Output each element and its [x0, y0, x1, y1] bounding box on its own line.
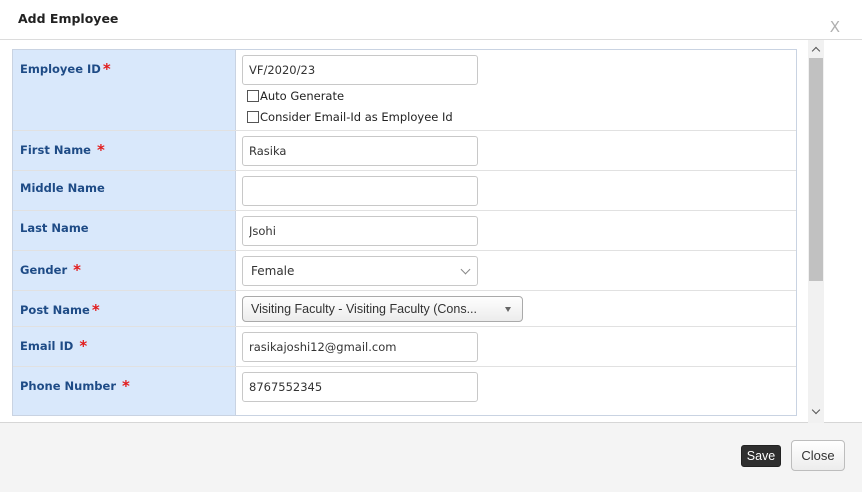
label-cell: Post Name * — [13, 291, 236, 326]
value-cell: Visiting Faculty - Visiting Faculty (Con… — [237, 291, 796, 326]
phone-number-row: Phone Number * — [13, 367, 796, 415]
auto-generate-option[interactable]: Auto Generate — [247, 89, 344, 103]
email-id-label: Email ID * — [20, 337, 87, 355]
middle-name-row: Middle Name — [13, 171, 796, 211]
post-name-label: Post Name * — [20, 301, 100, 319]
add-employee-dialog: Add Employee X Employee ID* Auto Generat… — [0, 0, 862, 492]
label-cell: Phone Number * — [13, 367, 236, 415]
employee-form: Employee ID* Auto Generate Consider Emai… — [12, 49, 797, 416]
label-cell: First Name * — [13, 131, 236, 170]
gender-selected-value: Female — [251, 264, 295, 278]
employee-id-label-text: Employee ID — [20, 62, 101, 76]
post-name-row: Post Name * Visiting Faculty - Visiting F… — [13, 291, 796, 327]
gender-label-text: Gender — [20, 263, 68, 277]
close-button[interactable]: Close — [791, 440, 845, 471]
value-cell: Auto Generate Consider Email-Id as Emplo… — [237, 50, 796, 130]
dialog-body: Employee ID* Auto Generate Consider Emai… — [0, 40, 862, 423]
phone-number-label: Phone Number * — [20, 377, 130, 395]
required-mark: * — [102, 60, 111, 78]
first-name-label: First Name * — [20, 141, 105, 159]
value-cell — [237, 327, 796, 366]
dialog-footer: Save Close — [0, 424, 862, 492]
label-cell: Last Name — [13, 211, 236, 250]
gender-row: Gender * Female — [13, 251, 796, 291]
label-cell: Email ID * — [13, 327, 236, 366]
value-cell — [237, 367, 796, 415]
last-name-input[interactable] — [242, 216, 478, 246]
label-cell: Gender * — [13, 251, 236, 290]
post-name-select[interactable]: Visiting Faculty - Visiting Faculty (Con… — [242, 296, 523, 322]
value-cell — [237, 171, 796, 210]
employee-id-label: Employee ID * — [20, 60, 111, 78]
middle-name-label: Middle Name — [20, 181, 105, 195]
last-name-row: Last Name — [13, 211, 796, 251]
required-mark: * — [91, 301, 100, 319]
last-name-label: Last Name — [20, 221, 89, 235]
label-cell: Middle Name — [13, 171, 236, 210]
consider-email-checkbox[interactable] — [247, 111, 259, 123]
close-icon[interactable]: X — [830, 18, 840, 36]
first-name-row: First Name * — [13, 131, 796, 171]
dropdown-arrow-icon — [505, 307, 511, 312]
value-cell — [237, 211, 796, 250]
email-id-row: Email ID * — [13, 327, 796, 367]
phone-number-input[interactable] — [242, 372, 478, 402]
first-name-label-text: First Name — [20, 143, 91, 157]
gender-label: Gender * — [20, 261, 81, 279]
scrollbar-thumb[interactable] — [809, 58, 823, 281]
email-id-label-text: Email ID — [20, 339, 74, 353]
vertical-scrollbar[interactable] — [808, 40, 824, 423]
dialog-titlebar: Add Employee X — [0, 0, 862, 40]
value-cell — [237, 131, 796, 170]
label-cell: Employee ID * — [13, 50, 236, 130]
consider-email-option[interactable]: Consider Email-Id as Employee Id — [247, 110, 453, 124]
consider-email-label: Consider Email-Id as Employee Id — [260, 110, 453, 124]
gender-select[interactable]: Female — [242, 256, 478, 286]
save-button[interactable]: Save — [741, 445, 781, 467]
dialog-title: Add Employee — [18, 11, 119, 26]
post-name-selected-value: Visiting Faculty - Visiting Faculty (Con… — [251, 302, 478, 316]
scroll-down-arrow-icon[interactable] — [811, 407, 821, 417]
email-id-input[interactable] — [242, 332, 478, 362]
employee-id-input[interactable] — [242, 55, 478, 85]
chevron-down-icon — [460, 264, 471, 275]
required-mark: * — [122, 377, 130, 395]
auto-generate-label: Auto Generate — [260, 89, 345, 103]
value-cell: Female — [237, 251, 796, 290]
required-mark: * — [79, 337, 88, 355]
phone-number-label-text: Phone Number — [20, 379, 117, 393]
middle-name-input[interactable] — [242, 176, 478, 206]
required-mark: * — [97, 141, 105, 159]
first-name-input[interactable] — [242, 136, 478, 166]
employee-id-row: Employee ID* Auto Generate Consider Emai… — [13, 50, 796, 131]
auto-generate-checkbox[interactable] — [247, 90, 259, 102]
scroll-up-arrow-icon[interactable] — [811, 45, 821, 55]
required-mark: * — [73, 261, 82, 279]
post-name-label-text: Post Name — [20, 303, 90, 317]
